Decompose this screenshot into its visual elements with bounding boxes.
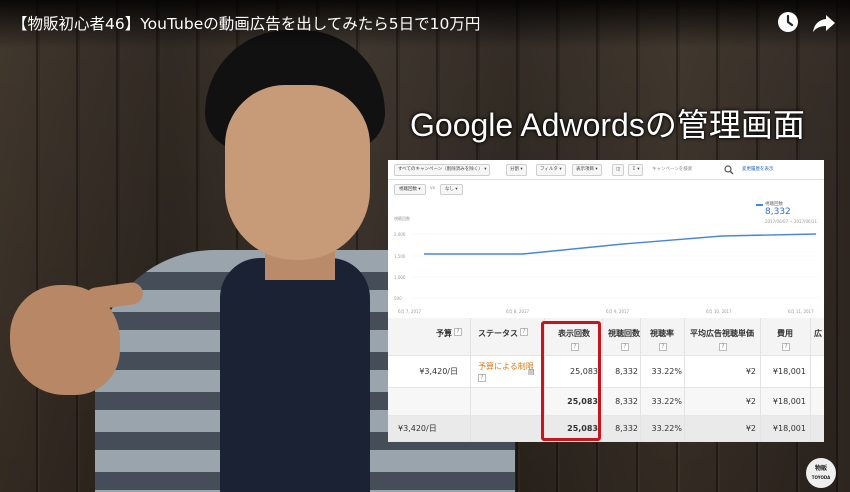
cell-status — [472, 416, 542, 441]
cell-cost: ¥18,001 — [772, 397, 806, 406]
cell-view-rate: 33.22% — [651, 424, 682, 433]
legend-metric-value: 8,332 — [765, 207, 791, 217]
svg-text:6月 8, 2017: 6月 8, 2017 — [506, 309, 530, 314]
cell-cost: ¥18,001 — [772, 367, 806, 376]
cell-avg-cpv: ¥2 — [745, 424, 756, 433]
video-title[interactable]: 【物販初心者46】YouTubeの動画広告を出してみたら5日で10万円 — [12, 12, 480, 34]
cell-views: 8,332 — [615, 397, 638, 406]
cell-view-rate: 33.22% — [651, 367, 682, 376]
video-caption: Google Adwordsの管理画面 — [410, 107, 805, 143]
views-trend-chart: 視聴回数 2,000 1,500 1,000 500 6月 7, 2017 6月… — [394, 215, 818, 314]
help-icon[interactable]: ? — [621, 343, 629, 351]
help-icon[interactable]: ? — [520, 328, 528, 336]
column-divider — [684, 318, 685, 442]
header-extra[interactable]: 広 — [814, 318, 824, 355]
cell-views: 8,332 — [615, 424, 638, 433]
columns-dropdown[interactable]: 表示項目 ▾ — [572, 164, 602, 176]
download-button[interactable]: ↧ ▾ — [628, 164, 644, 176]
campaign-search-input[interactable]: キャンペーンを検索 — [652, 164, 692, 176]
search-icon[interactable] — [724, 165, 734, 175]
cell-avg-cpv: ¥2 — [745, 397, 756, 406]
chart-toggle-button[interactable]: ◫ — [612, 164, 625, 176]
wall-plank — [40, 0, 78, 492]
svg-text:6月 10, 2017: 6月 10, 2017 — [706, 309, 732, 314]
presenter-shirt — [220, 258, 370, 492]
vs-label: vs — [430, 186, 436, 191]
cell-budget — [388, 388, 468, 415]
clock-icon[interactable] — [777, 11, 799, 33]
impressions-highlight-box — [541, 321, 601, 441]
chart-line — [424, 233, 817, 255]
compare-dropdown[interactable]: なし ▾ — [440, 184, 463, 195]
cell-view-rate: 33.22% — [651, 397, 682, 406]
presenter-face — [225, 85, 370, 260]
header-status[interactable]: ステータス? — [472, 318, 542, 355]
metric-dropdown[interactable]: 視聴回数 ▾ — [394, 184, 426, 195]
adwords-toolbar: すべてのキャンペーン（削除済みを除く） ▾ 分割 ▾ フィルタ ▾ 表示項目 ▾… — [388, 160, 824, 180]
help-icon[interactable]: ? — [454, 328, 462, 336]
help-icon[interactable]: ? — [719, 343, 727, 351]
video-title-bar: 【物販初心者46】YouTubeの動画広告を出してみたら5日で10万円 — [0, 0, 850, 48]
column-divider — [470, 318, 471, 442]
share-arrow-icon[interactable] — [812, 12, 836, 34]
cell-avg-cpv: ¥2 — [745, 367, 756, 376]
cell-budget: ¥3,420/日 — [398, 424, 437, 433]
svg-text:500: 500 — [394, 296, 402, 301]
svg-text:2,000: 2,000 — [394, 232, 406, 237]
cell-views: 8,332 — [615, 367, 638, 376]
svg-text:1,500: 1,500 — [394, 254, 406, 259]
segment-dropdown[interactable]: 分割 ▾ — [506, 164, 527, 176]
column-divider — [602, 318, 603, 442]
legend-date-range: 2017/06/07 ~ 2017/06/11 — [765, 219, 818, 224]
adwords-dashboard-screenshot: すべてのキャンペーン（削除済みを除く） ▾ 分割 ▾ フィルタ ▾ 表示項目 ▾… — [388, 160, 824, 442]
svg-text:1,000: 1,000 — [394, 275, 406, 280]
cell-cost: ¥18,001 — [772, 424, 806, 433]
table-row[interactable]: 25,083 8,332 33.22% ¥2 ¥18,001 — [388, 388, 824, 416]
header-budget[interactable]: 予算? — [388, 318, 468, 355]
wall-plank — [0, 0, 38, 492]
campaign-stats-table: 予算? ステータス? 表示回数? 視聴回数? 視聴率? 平均広告視聴単価? 費用… — [388, 318, 824, 442]
table-total-row[interactable]: ¥3,420/日 25,083 8,332 33.22% ¥2 ¥18,001 — [388, 416, 824, 442]
svg-text:6月 9, 2017: 6月 9, 2017 — [606, 309, 630, 314]
table-row[interactable]: ¥3,420/日 予算による制限? ▤ 25,083 8,332 33.22% … — [388, 356, 824, 388]
header-avg-cpv[interactable]: 平均広告視聴単価? — [684, 318, 760, 355]
svg-text:6月 11, 2017: 6月 11, 2017 — [788, 309, 814, 314]
filter-dropdown[interactable]: フィルタ ▾ — [536, 164, 566, 176]
header-view-rate[interactable]: 視聴率? — [642, 318, 682, 355]
cell-budget: ¥3,420/日 — [419, 367, 458, 376]
help-icon[interactable]: ? — [782, 343, 790, 351]
show-change-history-link[interactable]: 変更履歴を表示 — [742, 164, 774, 176]
watermark-line1: 物販 — [814, 465, 827, 472]
svg-text:視聴回数: 視聴回数 — [394, 215, 410, 221]
watermark-line2: TOYODA — [811, 475, 831, 480]
column-divider — [760, 318, 761, 442]
help-icon[interactable]: ? — [478, 374, 486, 382]
channel-watermark-logo[interactable]: 物販 TOYODA — [806, 458, 836, 488]
help-icon[interactable]: ? — [659, 343, 667, 351]
table-header-row: 予算? ステータス? 表示回数? 視聴回数? 視聴率? 平均広告視聴単価? 費用… — [388, 318, 824, 356]
campaign-filter-dropdown[interactable]: すべてのキャンペーン（削除済みを除く） ▾ — [394, 164, 491, 176]
svg-text:6月 7, 2017: 6月 7, 2017 — [398, 309, 422, 314]
column-divider — [640, 318, 641, 442]
header-views[interactable]: 視聴回数? — [604, 318, 644, 355]
header-cost[interactable]: 費用? — [762, 318, 808, 355]
column-divider — [810, 318, 811, 442]
legend-swatch — [756, 204, 763, 206]
report-icon[interactable]: ▤ — [528, 356, 538, 387]
cell-status — [472, 388, 542, 415]
